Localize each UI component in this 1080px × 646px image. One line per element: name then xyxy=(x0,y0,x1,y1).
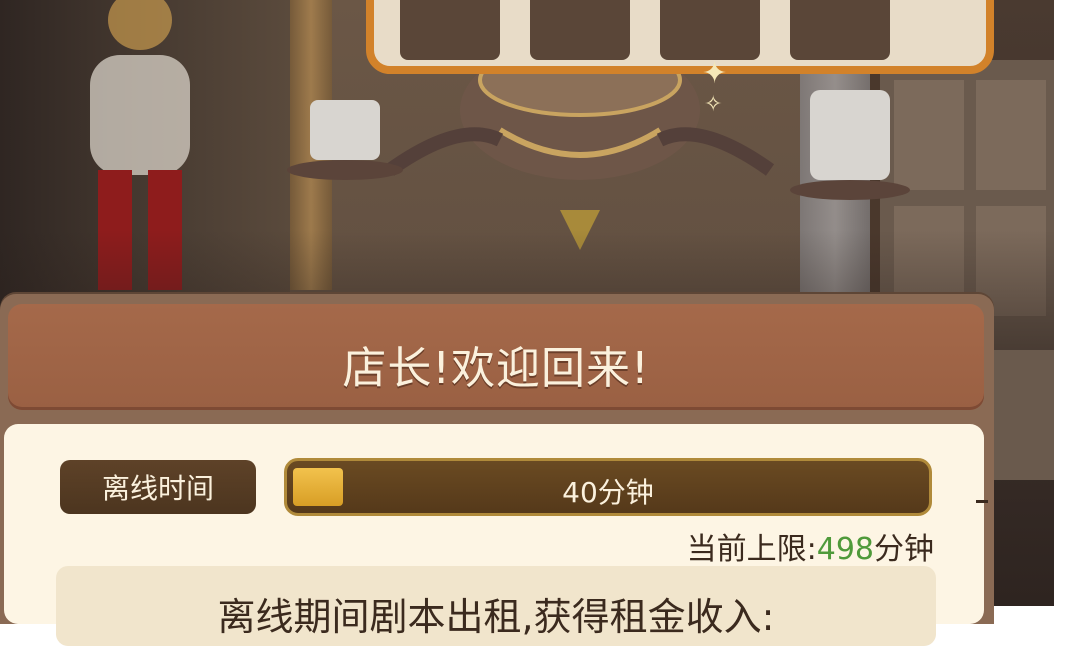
rental-income-box: 离线期间剧本出租,获得租金收入: xyxy=(56,566,936,646)
dialog-title: 店长!欢迎回来! xyxy=(342,343,650,394)
screen-edge xyxy=(1054,0,1080,606)
welcome-back-dialog: 店长!欢迎回来! 离线时间 40分钟 当前上限:498分钟 离线期间剧本出租,获… xyxy=(0,294,994,646)
offline-limit-row: 当前上限:498分钟 xyxy=(687,524,934,568)
limit-unit: 分钟 xyxy=(874,532,934,567)
offline-time-label: 离线时间 xyxy=(101,472,214,505)
edge-mark xyxy=(976,500,988,503)
dialog-body: 离线时间 40分钟 当前上限:498分钟 离线期间剧本出租,获得租金收入: xyxy=(4,424,984,646)
sparkle-icon: ✦ xyxy=(702,56,728,91)
offline-time-value: 40分钟 xyxy=(562,476,654,509)
limit-prefix: 当前上限: xyxy=(686,532,817,567)
limit-value: 498 xyxy=(816,532,874,567)
window-pane xyxy=(976,80,1046,190)
dialog-header: 店长!欢迎回来! xyxy=(8,304,984,410)
offline-time-progress-bar: 40分钟 xyxy=(284,458,932,516)
sparkle-icon: ✧ xyxy=(704,92,723,117)
offline-time-label-box: 离线时间 xyxy=(60,460,256,514)
game-title-logo xyxy=(366,0,994,74)
rental-income-text: 离线期间剧本出租,获得租金收入: xyxy=(217,595,775,639)
